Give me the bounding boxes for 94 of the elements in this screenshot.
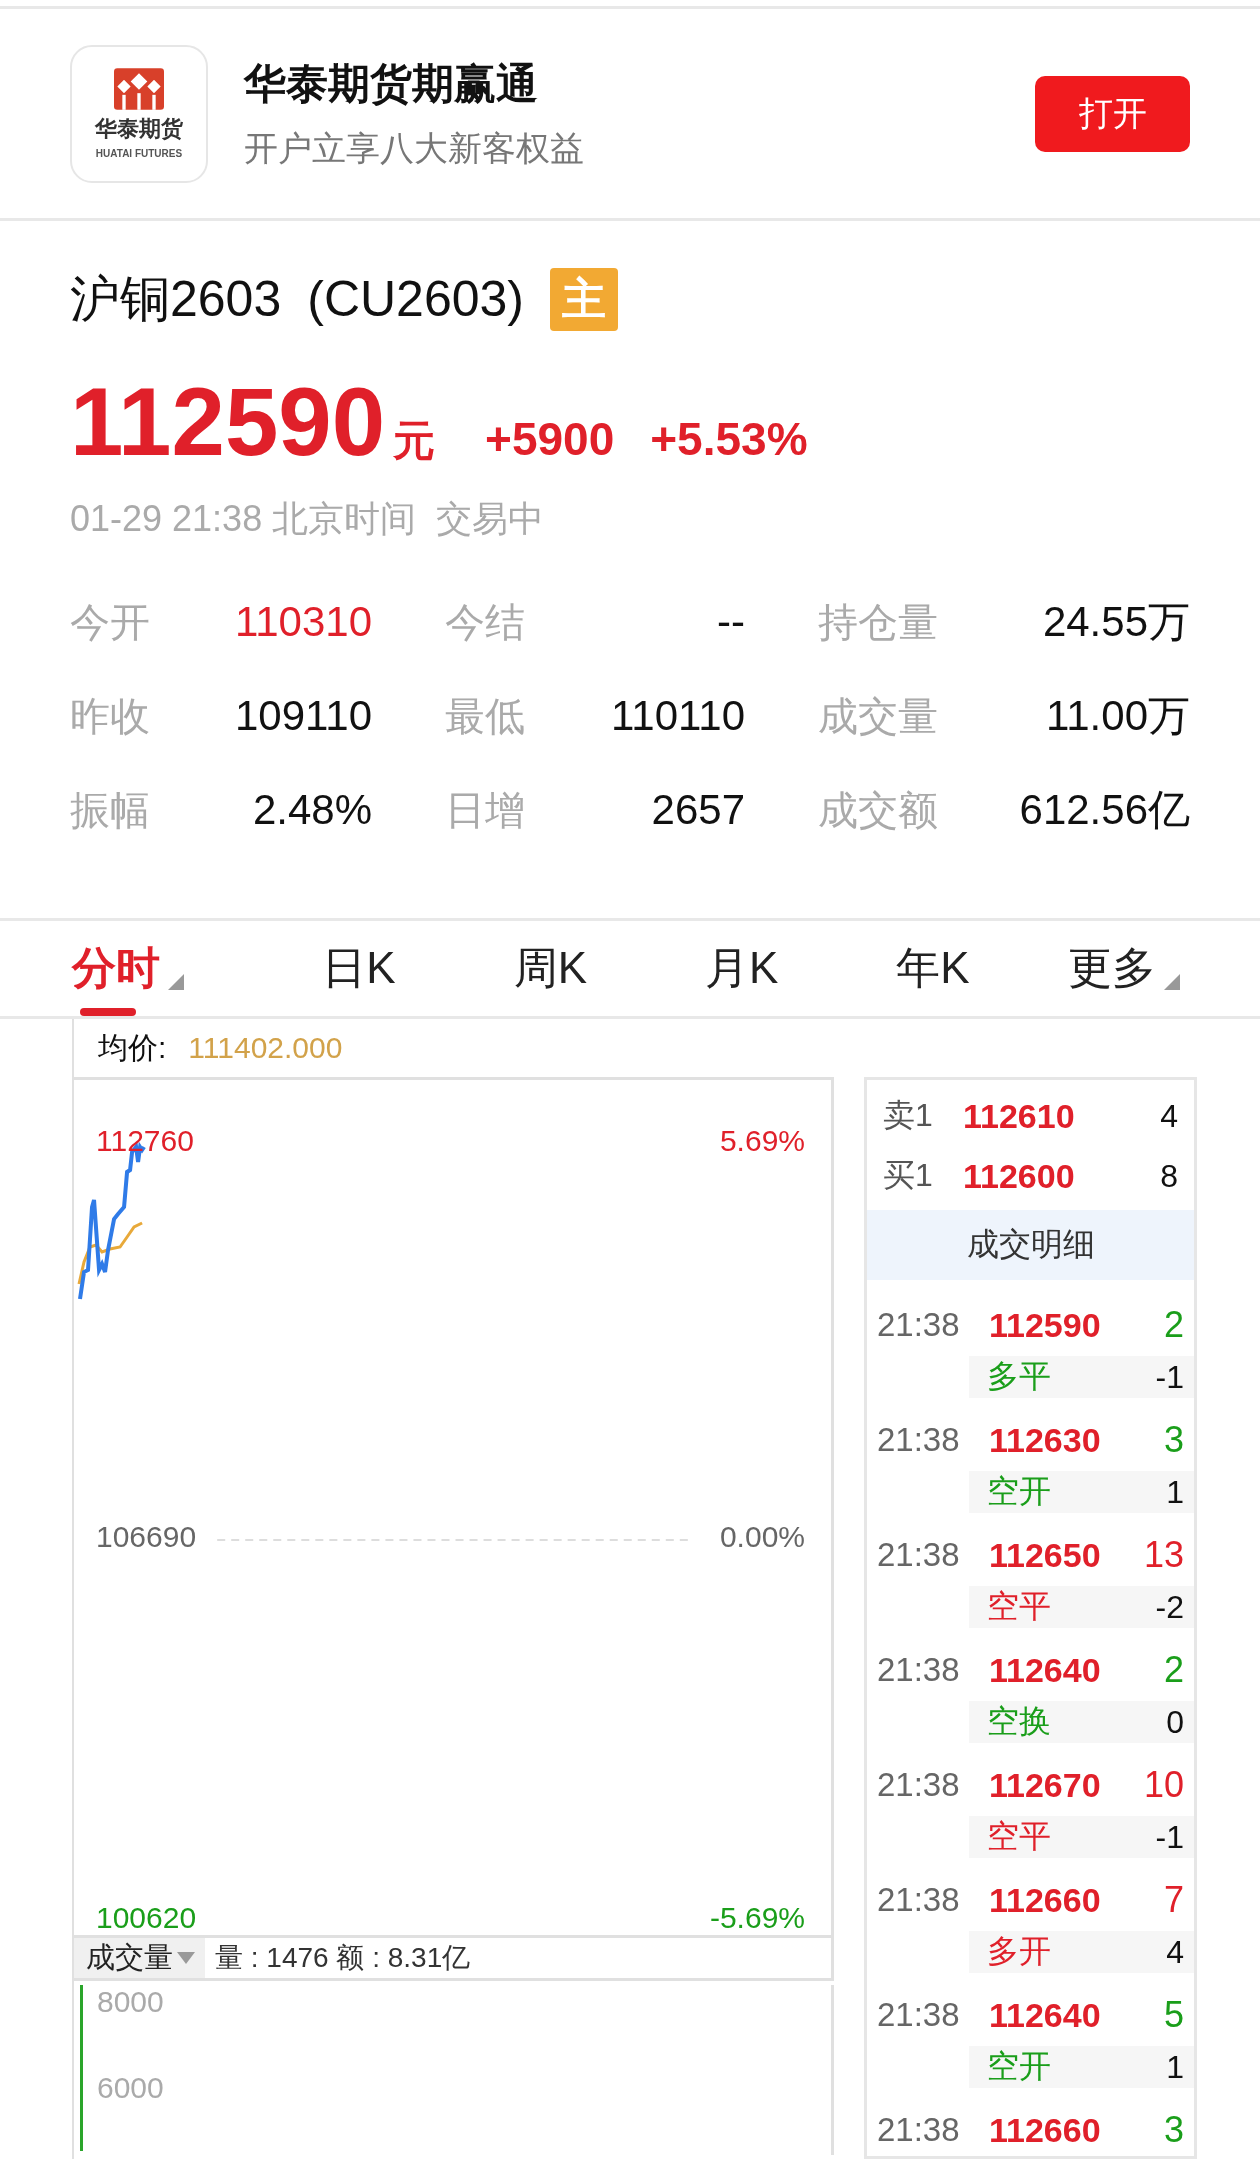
active-tab-indicator: [80, 1008, 136, 1016]
chart-tab[interactable]: 更多: [1028, 921, 1220, 1016]
trade-action: 空平: [987, 1817, 1051, 1856]
stat-label: 今结: [445, 598, 525, 646]
logo-text: 华泰期货: [95, 115, 183, 143]
percent-change: +5.53%: [650, 412, 808, 466]
stat-label: 成交量: [818, 692, 938, 740]
trade-volume: 3: [1163, 1419, 1184, 1461]
trade-price: 112660: [989, 2110, 1102, 2150]
stat-label: 昨收: [70, 692, 150, 740]
trading-status: 交易中: [436, 497, 545, 541]
order-level-label: 卖1: [883, 1096, 934, 1135]
trade-action: 空开: [987, 2047, 1051, 2086]
trade-time: 21:38: [877, 1996, 961, 2034]
trade-action: 多平: [987, 1357, 1051, 1396]
stat-value: 2657: [651, 786, 745, 834]
average-price-value: 111402.000: [188, 1031, 343, 1065]
logo-subtitle: HUATAI FUTURES: [95, 148, 183, 159]
trade-action: 空开: [987, 1472, 1051, 1511]
axis-label: 8000: [97, 1985, 164, 2019]
axis-label: 6000: [97, 2071, 164, 2105]
trade-time: 21:38: [877, 1306, 961, 1344]
stat-value: 24.55万: [1042, 597, 1190, 647]
position-change: -1: [1155, 1358, 1184, 1396]
caret-icon: [175, 1952, 197, 1964]
order-price: 112610: [963, 1096, 1076, 1136]
trade-price: 112640: [989, 1650, 1102, 1690]
trade-volume: 10: [1143, 1764, 1184, 1806]
trade-price: 112670: [989, 1765, 1102, 1805]
stat-label: 今开: [70, 598, 150, 646]
trade-time: 21:38: [877, 2111, 961, 2149]
position-change: 1: [1166, 1473, 1184, 1511]
position-change: -1: [1155, 1818, 1184, 1856]
app-subtitle: 开户立享八大新客权益: [244, 127, 585, 169]
trade-volume: 2: [1163, 1649, 1184, 1691]
position-change: -2: [1155, 1588, 1184, 1626]
trades-header: 成交明细: [867, 1210, 1194, 1280]
position-change: 1: [1166, 2048, 1184, 2086]
trade-time: 21:38: [877, 1651, 961, 1689]
order-level-label: 买1: [883, 1156, 934, 1195]
trade-price: 112590: [989, 1305, 1102, 1345]
stat-label: 持仓量: [818, 598, 938, 646]
stat-value: 109110: [234, 692, 372, 740]
price-change: +5900: [485, 412, 615, 466]
stat-value: 612.56亿: [1019, 785, 1190, 835]
open-button[interactable]: 打开: [1035, 75, 1190, 152]
position-change: 0: [1166, 1703, 1184, 1741]
stat-value: 11.00万: [1046, 691, 1190, 741]
chart-tab[interactable]: 日K: [263, 921, 455, 1016]
trade-volume: 3: [1163, 2109, 1184, 2151]
trade-price: 112650: [989, 1535, 1102, 1575]
contract-code: (CU2603): [307, 270, 524, 328]
last-price: 112590: [70, 367, 386, 477]
chart-tab[interactable]: 月K: [646, 921, 838, 1016]
stat-label: 成交额: [818, 786, 938, 834]
average-price-label: 均价:: [98, 1029, 167, 1066]
main-contract-badge: 主: [550, 267, 618, 331]
trade-time: 21:38: [877, 1881, 961, 1919]
trade-action: 空平: [987, 1587, 1051, 1626]
app-title: 华泰期货期赢通: [244, 58, 539, 109]
order-quantity: 4: [1160, 1097, 1178, 1135]
trade-time: 21:38: [877, 1766, 961, 1804]
average-price-line: [77, 1221, 143, 1285]
logo-icon: [114, 68, 164, 110]
trade-price: 112630: [989, 1420, 1102, 1460]
chart-tab[interactable]: 周K: [454, 921, 646, 1016]
trade-volume: 2: [1163, 1304, 1184, 1346]
trade-action: 多开: [987, 1932, 1051, 1971]
trade-time: 21:38: [877, 1536, 961, 1574]
trade-price: 112660: [989, 1880, 1102, 1920]
trade-price: 112640: [989, 1995, 1102, 2035]
axis-label: 112760: [96, 1124, 194, 1158]
trade-volume: 5: [1163, 1994, 1184, 2036]
order-quantity: 8: [1160, 1157, 1178, 1195]
quote-time: 01-29 21:38 北京时间: [70, 497, 417, 541]
stat-label: 最低: [445, 692, 525, 740]
price-unit: 元: [393, 416, 436, 466]
stat-label: 日增: [445, 786, 525, 834]
order-price: 112600: [963, 1156, 1076, 1196]
position-change: 4: [1166, 1933, 1184, 1971]
volume-summary: 量 : 1476 额 : 8.31亿: [215, 1941, 471, 1975]
trade-volume: 13: [1143, 1534, 1184, 1576]
trade-volume: 7: [1163, 1879, 1184, 1921]
stat-value: --: [717, 598, 745, 646]
trade-time: 21:38: [877, 1421, 961, 1459]
trade-action: 空换: [987, 1702, 1051, 1741]
indicator-dropdown[interactable]: 成交量: [74, 1938, 205, 1978]
chart-tab[interactable]: 分时: [50, 921, 264, 1016]
stat-label: 振幅: [70, 786, 150, 834]
contract-name: 沪铜2603: [70, 269, 282, 329]
stat-value: 2.48%: [252, 786, 372, 834]
chart-tab[interactable]: 年K: [837, 921, 1029, 1016]
stat-value: 110310: [234, 598, 372, 646]
stat-value: 110110: [611, 692, 745, 740]
